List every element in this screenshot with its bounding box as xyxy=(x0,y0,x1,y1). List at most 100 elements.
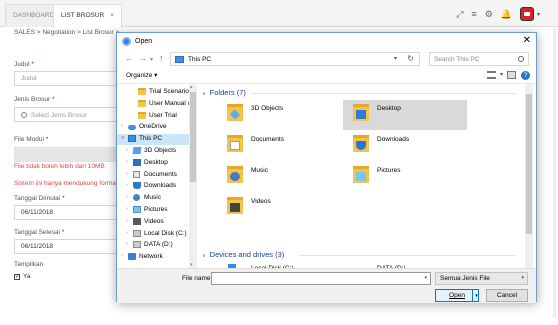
nav-item-data-d[interactable]: › DATA (D:) xyxy=(117,240,189,251)
tanggal-selesai-input[interactable]: 06/11/2018 xyxy=(14,239,118,254)
expand-icon[interactable]: › xyxy=(126,159,128,165)
expand-icon[interactable]: ∨ xyxy=(121,135,125,141)
settings-icon[interactable]: ⚙ xyxy=(485,9,493,20)
nav-item-downloads[interactable]: › Downloads xyxy=(117,181,189,192)
expand-icon[interactable]: › xyxy=(126,206,128,212)
desktop-folder-icon xyxy=(353,104,369,121)
file-name-input[interactable]: ▾ xyxy=(211,272,431,285)
up-arrow-icon[interactable]: ↑ xyxy=(159,53,164,63)
recent-locations-icon[interactable]: ▾ xyxy=(150,56,153,63)
tab-list-brosur[interactable]: LIST BROSUR × xyxy=(53,4,123,28)
judul-label: Judul * xyxy=(14,61,34,68)
content-pane: ∨ Folders (7) ∨ Devices and drives (3) 3D … xyxy=(199,84,526,268)
search-icon xyxy=(21,112,27,118)
forward-arrow-icon[interactable]: → xyxy=(138,53,147,63)
nav-item-pictures[interactable]: › Pictures xyxy=(117,205,189,216)
scroll-up-icon[interactable]: ▴ xyxy=(190,84,193,90)
folder-tile-3d-objects[interactable]: 3D Objects xyxy=(217,100,341,130)
folder-tile-videos[interactable]: Videos xyxy=(217,193,341,223)
nav-item-label: User Trial xyxy=(149,111,177,119)
open-file-dialog: Open ✕ ← → ▾ ↑ This PC ▾ ↻ Search This P… xyxy=(116,32,537,303)
preview-pane-icon[interactable] xyxy=(507,71,516,79)
jenis-brosur-label: Jenis Brosur * xyxy=(14,96,55,103)
3d-objects-folder-icon xyxy=(227,104,243,121)
nav-item-local-disk-c[interactable]: › Local Disk (C:) xyxy=(117,229,189,240)
organize-menu[interactable]: Organize ▾ xyxy=(126,71,157,79)
nav-item-network[interactable]: › Network xyxy=(117,252,189,263)
address-bar[interactable]: This PC ▾ ↻ xyxy=(170,52,420,66)
folder-tile-pictures[interactable]: Pictures xyxy=(343,162,467,192)
nav-item-trial-scenario[interactable]: Trial Scenario xyxy=(117,87,189,98)
open-options-dropdown[interactable]: ▾ xyxy=(472,290,480,301)
nav-item-music[interactable]: › Music xyxy=(117,193,189,204)
header-icons: ⤢ ≡ ⚙ 🔔 ▾ xyxy=(456,7,540,21)
chevron-down-icon[interactable]: ▾ xyxy=(537,11,540,18)
folder-tile-music[interactable]: Music xyxy=(217,162,341,192)
chevron-down-icon: ▾ xyxy=(475,293,478,299)
folder-tile-downloads[interactable]: Downloads xyxy=(343,131,467,161)
videos-folder-icon xyxy=(227,197,243,214)
address-dropdown-icon[interactable]: ▾ xyxy=(394,55,397,62)
nav-item-label: Local Disk (C:) xyxy=(144,229,187,237)
tanggal-dimulai-input[interactable]: 06/11/2018 xyxy=(14,205,118,220)
file-modul-input[interactable] xyxy=(14,147,118,162)
nav-item-user-manual-org[interactable]: User Manual org xyxy=(117,99,197,110)
cancel-button[interactable]: Cancel xyxy=(486,289,528,302)
expand-icon[interactable]: › xyxy=(121,253,123,259)
view-options-icon[interactable] xyxy=(487,71,496,79)
pictures-icon xyxy=(133,206,141,213)
folders-group-header[interactable]: ∨ Folders (7) xyxy=(202,88,246,97)
judul-input[interactable]: Judul xyxy=(14,71,118,86)
expand-icon[interactable]: › xyxy=(126,171,128,177)
back-arrow-icon[interactable]: ← xyxy=(125,53,134,63)
expand-icon[interactable]: › xyxy=(126,230,128,236)
search-input[interactable]: Search This PC xyxy=(429,52,529,66)
folder-label: 3D Objects xyxy=(251,105,284,112)
refresh-icon[interactable]: ↻ xyxy=(407,54,414,63)
nav-item-label: Desktop xyxy=(144,158,168,166)
nav-item-this-pc[interactable]: ∨ This PC xyxy=(117,134,189,146)
close-tab-icon[interactable]: × xyxy=(110,12,114,19)
chevron-down-icon[interactable]: ▾ xyxy=(424,275,427,281)
drives-group-header[interactable]: ∨ Devices and drives (3) xyxy=(202,250,284,259)
nav-item-user-trial[interactable]: User Trial xyxy=(117,111,189,122)
nav-item-label: Trial Scenario xyxy=(149,88,189,95)
content-scrollbar[interactable] xyxy=(525,84,533,268)
expand-icon[interactable]: › xyxy=(126,218,128,224)
view-options-dropdown-icon[interactable]: ▾ xyxy=(500,71,503,79)
content-scroll-thumb[interactable] xyxy=(526,94,532,234)
nav-item-label: Music xyxy=(144,194,161,202)
nav-item-videos[interactable]: › Videos xyxy=(117,217,189,228)
help-icon[interactable]: ? xyxy=(521,71,530,80)
disk-icon xyxy=(133,241,141,249)
expand-icon[interactable]: › xyxy=(126,147,128,153)
nav-item-documents[interactable]: › Documents xyxy=(117,170,189,181)
videos-icon xyxy=(133,217,141,225)
nav-item-onedrive[interactable]: › OneDrive xyxy=(117,122,189,133)
folder-tile-desktop[interactable]: Desktop xyxy=(343,100,467,130)
bell-icon[interactable]: 🔔 xyxy=(501,9,512,20)
nav-item-label: Documents xyxy=(144,170,177,178)
nav-item-label: Downloads xyxy=(144,182,177,190)
fullscreen-icon[interactable]: ⤢ xyxy=(456,9,463,20)
downloads-icon xyxy=(133,182,141,190)
avatar[interactable] xyxy=(519,7,534,21)
nav-item-label: 3D Objects xyxy=(144,147,177,154)
nav-scrollbar[interactable]: ▴ ▾ xyxy=(189,84,197,268)
nav-item-3d-objects[interactable]: › 3D Objects xyxy=(117,146,189,157)
expand-icon[interactable]: › xyxy=(126,241,128,247)
close-icon[interactable]: ✕ xyxy=(523,35,531,46)
expand-icon[interactable]: › xyxy=(121,123,123,129)
page-scrollbar[interactable] xyxy=(553,28,556,318)
file-type-select[interactable]: Semua Jenis File ▾ xyxy=(435,272,528,285)
nav-scroll-thumb[interactable] xyxy=(190,92,196,182)
dialog-title-bar[interactable]: Open ✕ xyxy=(117,33,536,51)
jenis-brosur-select[interactable]: Select Jenis Brosur xyxy=(14,107,118,122)
nav-item-label: Pictures xyxy=(144,206,168,213)
expand-icon[interactable]: › xyxy=(126,194,128,200)
ya-checkbox[interactable]: ✓ Ya xyxy=(14,273,30,280)
nav-item-desktop[interactable]: › Desktop xyxy=(117,158,189,169)
menu-icon[interactable]: ≡ xyxy=(471,9,476,19)
folder-tile-documents[interactable]: Documents xyxy=(217,131,341,161)
expand-icon[interactable]: › xyxy=(126,182,128,188)
